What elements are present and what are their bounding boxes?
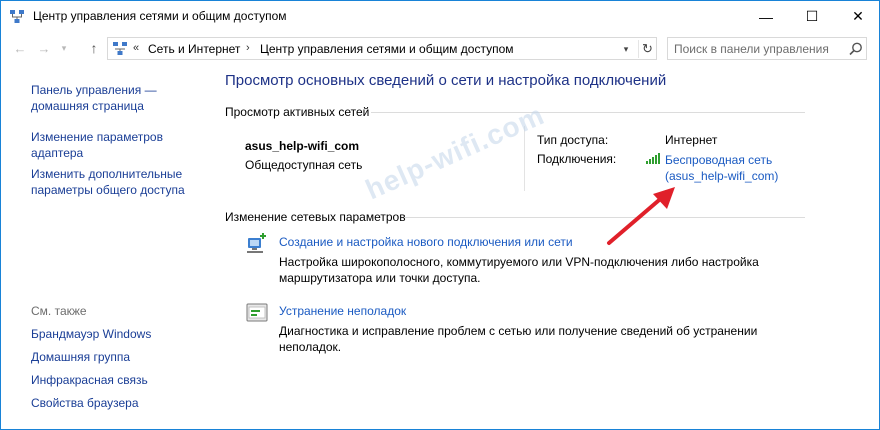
description-line: Диагностика и исправление проблем с сеть… [279, 324, 758, 338]
network-type[interactable]: Общедоступная сеть [245, 158, 362, 172]
breadcrumb-network-center[interactable]: Центр управления сетями и общим доступом [260, 42, 514, 56]
new-connection-description: Настройка широкополосного, коммутируемог… [279, 254, 789, 286]
change-settings-heading: Изменение сетевых параметров [225, 210, 406, 224]
sidebar-link-adapter-settings[interactable]: Изменение параметров адаптера [31, 129, 163, 161]
see-also-browser-properties[interactable]: Свойства браузера [31, 396, 139, 410]
close-icon: ✕ [852, 8, 864, 24]
chevron-down-icon: ▾ [623, 43, 629, 54]
sidebar-link-control-panel-home[interactable]: Панель управления — домашняя страница [31, 82, 157, 114]
maximize-icon: ☐ [805, 8, 819, 24]
description-line: Настройка широкополосного, коммутируемог… [279, 255, 759, 269]
wifi-signal-icon [646, 153, 660, 164]
sidebar-link-advanced-sharing[interactable]: Изменить дополнительные параметры общего… [31, 166, 185, 198]
new-connection-icon[interactable] [245, 232, 269, 256]
troubleshoot-icon[interactable] [245, 301, 269, 325]
annotation-arrow [607, 187, 675, 245]
sidebar-link-line: параметры общего доступа [31, 183, 185, 197]
connections-label: Подключения: [537, 152, 617, 166]
chevron-down-icon: ▾ [61, 42, 67, 53]
sidebar-link-line: Изменить дополнительные [31, 167, 183, 181]
troubleshoot-description: Диагностика и исправление проблем с сеть… [279, 323, 789, 355]
refresh-button[interactable]: ↻ [638, 40, 656, 58]
wireless-connection-link[interactable]: Беспроводная сеть (asus_help-wifi_com) [665, 152, 778, 184]
page-title: Просмотр основных сведений о сети и наст… [225, 72, 667, 89]
breadcrumb-separator-icon[interactable]: › [246, 42, 250, 54]
address-dropdown-button[interactable]: ▾ [618, 41, 634, 57]
breadcrumb-network-internet[interactable]: Сеть и Интернет [148, 42, 240, 56]
access-type-label: Тип доступа: [537, 133, 609, 147]
troubleshoot-link[interactable]: Устранение неполадок [279, 304, 406, 318]
navigation-bar: ← → ▾ ↑ « Сеть и Интернет › Центр управл… [1, 33, 879, 63]
access-type-value: Интернет [665, 133, 718, 147]
close-button[interactable]: ✕ [835, 1, 879, 32]
connection-link-line: (asus_help-wifi_com) [665, 169, 779, 183]
sidebar-link-line: Панель управления — [31, 83, 157, 97]
control-panel-window: Центр управления сетями и общим доступом… [0, 0, 880, 430]
arrow-left-icon: ← [13, 40, 27, 56]
window-title: Центр управления сетями и общим доступом [33, 9, 287, 23]
see-also-infrared[interactable]: Инфракрасная связь [31, 373, 148, 387]
recent-locations-button[interactable]: ▾ [55, 39, 73, 57]
sidebar-link-line: адаптера [31, 146, 84, 160]
watermark: help-wifi.com [361, 98, 549, 206]
refresh-icon: ↻ [642, 41, 653, 56]
see-also-firewall[interactable]: Брандмауэр Windows [31, 327, 151, 341]
new-connection-link[interactable]: Создание и настройка нового подключения … [279, 235, 573, 249]
breadcrumb-overflow-icon[interactable]: « [133, 42, 139, 54]
maximize-button[interactable]: ☐ [789, 1, 835, 32]
see-also-homegroup[interactable]: Домашняя группа [31, 350, 130, 364]
forward-button[interactable]: → [35, 39, 53, 57]
active-networks-heading: Просмотр активных сетей [225, 105, 370, 119]
network-center-app-icon [10, 10, 24, 23]
search-input[interactable] [674, 42, 844, 56]
title-bar: Центр управления сетями и общим доступом… [1, 1, 879, 32]
arrow-right-icon: → [37, 40, 51, 56]
section-divider [371, 112, 805, 113]
minimize-button[interactable]: — [743, 1, 789, 32]
sidebar-link-line: домашняя страница [31, 99, 144, 113]
network-name: asus_help-wifi_com [245, 139, 360, 153]
address-bar[interactable]: « Сеть и Интернет › Центр управления сет… [107, 37, 657, 60]
network-center-address-icon [113, 42, 127, 55]
sidebar-link-line: Изменение параметров [31, 130, 163, 144]
description-line: неполадок. [279, 340, 342, 354]
minimize-icon: — [759, 8, 773, 25]
connection-link-line: Беспроводная сеть [665, 153, 773, 167]
back-button[interactable]: ← [11, 39, 29, 57]
search-icon[interactable] [848, 41, 864, 57]
see-also-heading: См. также [31, 304, 87, 318]
arrow-up-icon: ↑ [90, 40, 98, 56]
description-line: маршрутизатора или точки доступа. [279, 271, 481, 285]
up-button[interactable]: ↑ [85, 39, 103, 57]
search-box[interactable] [667, 37, 867, 60]
